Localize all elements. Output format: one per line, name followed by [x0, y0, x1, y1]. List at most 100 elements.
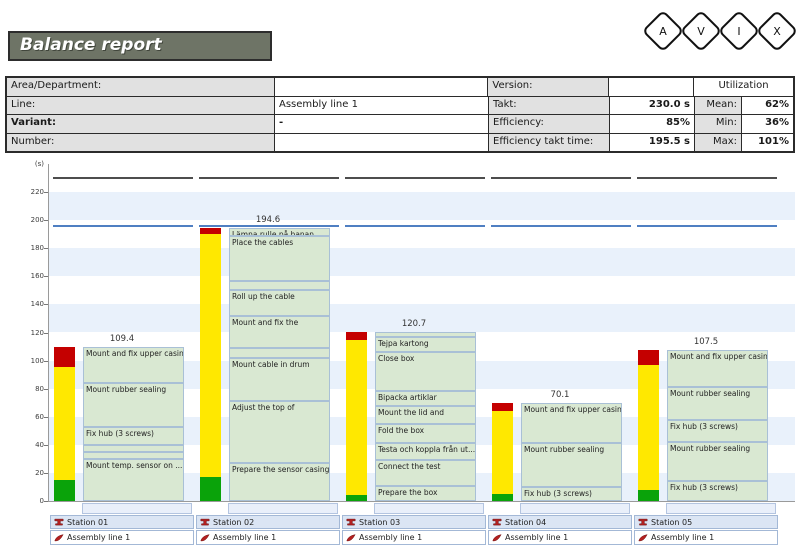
task-label: Fold the box [378, 426, 424, 435]
info-label: Variant: [7, 115, 275, 133]
balance-report-page: Balance report AVIX Area/Department:Vers… [0, 0, 800, 555]
info-value [275, 78, 489, 96]
station-name: Station 05 [651, 518, 692, 527]
info-value [275, 134, 489, 152]
task-label: Fix hub (3 screws) [86, 429, 154, 438]
task-label: Fix hub (3 screws) [670, 483, 738, 492]
task-label: Bipacka artiklar [378, 393, 437, 402]
info-value: 195.5 s [610, 134, 695, 152]
info-value: 230.0 s [610, 97, 695, 115]
efficiency-takt-time-line-segment [491, 225, 631, 227]
station-icon [200, 517, 210, 527]
y-tick-mark [44, 333, 48, 334]
task-label: Mount and fix upper casing [670, 352, 768, 361]
station-icon [54, 517, 64, 527]
task-label: Mount rubber sealing [86, 385, 166, 394]
station-name: Station 01 [67, 518, 108, 527]
y-tick-label: 0 [18, 497, 44, 505]
task-box: Mount and fix upper casing [667, 350, 768, 387]
bar-segment-yellow [492, 411, 513, 494]
efficiency-takt-time-line-segment [345, 225, 485, 227]
bar-segment-green [638, 490, 659, 501]
info-value: Assembly line 1 [275, 97, 489, 115]
efficiency-takt-time-line-segment [53, 225, 193, 227]
task-label: Fix hub (3 screws) [524, 489, 592, 498]
task-box: Fix hub (3 screws) [667, 420, 768, 442]
y-tick-label: 220 [18, 188, 44, 196]
task-label: Mount rubber sealing [524, 445, 604, 454]
task-box: Mount rubber sealing [667, 387, 768, 419]
task-box: Roll up the cable [229, 290, 330, 315]
info-value [609, 78, 694, 96]
bar-segment-green [492, 494, 513, 501]
y-tick-mark [44, 276, 48, 277]
avix-logo: AVIX [648, 7, 798, 53]
assembly-line-label: Assembly line 1 [505, 533, 568, 542]
logo-diamond: I [718, 10, 760, 52]
utilization-label: Mean: [695, 97, 742, 115]
task-label: Mount rubber sealing [670, 444, 750, 453]
assembly-line-label: Assembly line 1 [213, 533, 276, 542]
bar-segment-green [54, 480, 75, 501]
utilization-value: 36% [742, 115, 793, 133]
grid-stripe [48, 248, 795, 276]
task-box: Testa och koppla från ut... [375, 443, 476, 460]
task-label: Adjust the top of [232, 403, 294, 412]
logo-diamond: X [756, 10, 798, 52]
info-label: Line: [7, 97, 275, 115]
x-axis [48, 501, 795, 502]
bar-segment-yellow [346, 340, 367, 494]
logo-diamond: V [680, 10, 722, 52]
task-label: Mount rubber sealing [670, 389, 750, 398]
station-column-stub [228, 503, 338, 514]
station-icon [492, 517, 502, 527]
station-total-label: 70.1 [486, 390, 634, 400]
utilization-value: 101% [742, 134, 793, 152]
task-box: Fix hub (3 screws) [521, 487, 622, 501]
task-label: Close box [378, 354, 414, 363]
y-tick-mark [44, 473, 48, 474]
station-header: Station 04 [488, 515, 632, 529]
info-label: Takt: [489, 97, 610, 115]
task-label: Prepare the sensor casing [232, 465, 329, 474]
utilization-label: Min: [695, 115, 742, 133]
task-box: Adjust the top of [229, 401, 330, 463]
task-label: Connect the test [378, 462, 441, 471]
y-tick-label: 180 [18, 244, 44, 252]
task-box [83, 452, 184, 459]
task-box: Bipacka artiklar [375, 391, 476, 405]
takt-line-segment [637, 177, 777, 179]
task-label: Mount and fix the [232, 318, 298, 327]
grid-stripe [48, 192, 795, 220]
y-tick-mark [44, 361, 48, 362]
assembly-line-icon [346, 533, 356, 543]
assembly-line-row: Assembly line 1 [488, 530, 632, 545]
assembly-line-row: Assembly line 1 [50, 530, 194, 545]
station-header: Station 01 [50, 515, 194, 529]
info-row: Line:Assembly line 1Takt:230.0 sMean:62% [7, 97, 793, 116]
task-box: Mount temp. sensor on ... [83, 459, 184, 501]
utilization-value: 62% [742, 97, 793, 115]
y-axis-unit-label: (s) [18, 160, 44, 168]
info-row: Variant:-Efficiency:85%Min:36% [7, 115, 793, 134]
y-tick-label: 120 [18, 329, 44, 337]
task-box: Connect the test [375, 460, 476, 485]
assembly-line-row: Assembly line 1 [342, 530, 486, 545]
bar-segment-green [200, 477, 221, 501]
y-axis [48, 164, 49, 501]
task-label: Fix hub (3 screws) [670, 422, 738, 431]
task-box: Tejpa kartong [375, 337, 476, 352]
logo-letter: X [764, 18, 790, 44]
task-label: Place the cables [232, 238, 293, 247]
task-label: Testa och koppla från ut... [378, 445, 475, 454]
task-label: Roll up the cable [232, 292, 295, 301]
info-label: Efficiency takt time: [489, 134, 610, 152]
task-box: Fix hub (3 screws) [83, 427, 184, 445]
station-total-label: 107.5 [632, 337, 780, 347]
balance-chart: 020406080100120140160180200220(s)Mount a… [0, 150, 800, 555]
task-box: Prepare the box [375, 486, 476, 501]
y-tick-mark [44, 192, 48, 193]
station-name: Station 02 [213, 518, 254, 527]
task-box: Mount cable in drum [229, 358, 330, 402]
logo-diamond: A [642, 10, 684, 52]
